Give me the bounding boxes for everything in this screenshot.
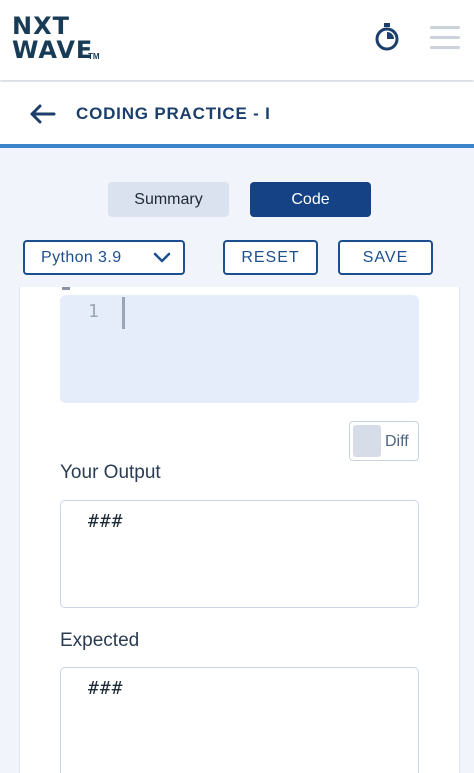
tab-summary[interactable]: Summary [108, 182, 229, 217]
hamburger-menu-icon[interactable] [430, 26, 460, 50]
code-editor[interactable]: 1 [60, 295, 419, 403]
expected-output-value: ### [88, 678, 124, 699]
logo-line1: NXT [12, 12, 70, 40]
your-output-label: Your Output [60, 462, 161, 483]
back-arrow-icon[interactable] [28, 102, 56, 126]
language-select[interactable]: Python 3.9 [23, 240, 185, 275]
line-number: 1 [88, 301, 99, 322]
text-cursor [122, 297, 125, 329]
diff-checkbox[interactable] [353, 425, 381, 457]
top-navbar: NXT WAVE TM [0, 0, 474, 80]
expected-label: Expected [60, 630, 140, 651]
tab-code[interactable]: Code [250, 182, 371, 217]
nxtwave-logo[interactable]: NXT WAVE TM [12, 14, 112, 64]
language-value: Python 3.9 [41, 249, 122, 266]
page-header: CODING PRACTICE - I [0, 82, 474, 148]
stopwatch-icon[interactable] [373, 22, 401, 52]
reset-button[interactable]: RESET [223, 240, 318, 275]
expected-output-box: ### [60, 667, 419, 773]
your-output-value: ### [88, 511, 124, 532]
diff-toggle[interactable]: Diff [349, 421, 419, 461]
page-title: CODING PRACTICE - I [76, 104, 271, 123]
logo-trademark: TM [88, 52, 100, 61]
your-output-box: ### [60, 500, 419, 608]
diff-label: Diff [385, 433, 409, 450]
clipped-label-fragment [62, 287, 70, 290]
save-button[interactable]: SAVE [338, 240, 433, 275]
logo-line2: WAVE [12, 36, 94, 64]
chevron-down-icon [153, 251, 171, 263]
